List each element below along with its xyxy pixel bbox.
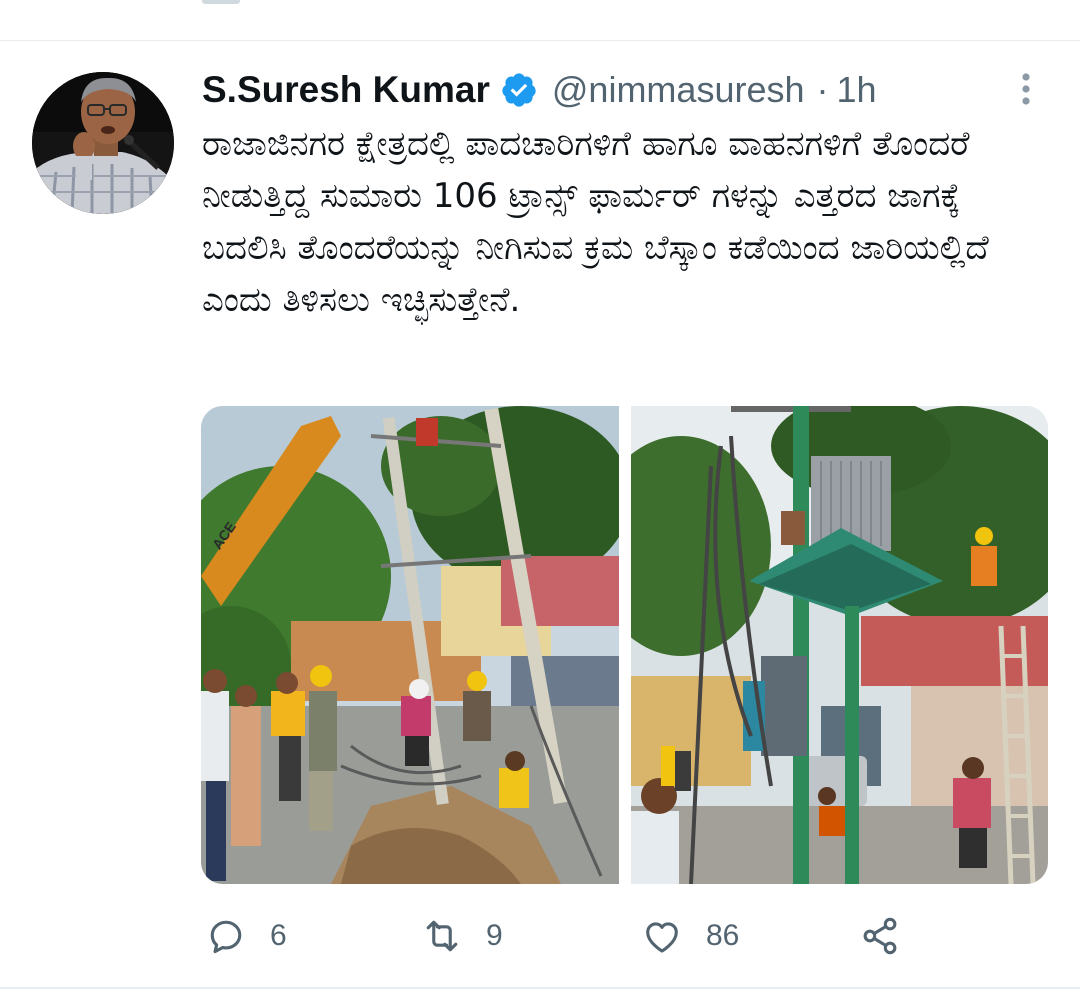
retweet-button[interactable]: 9	[420, 906, 503, 966]
like-icon	[646, 922, 678, 953]
author-handle[interactable]: @nimmasuresh	[552, 69, 805, 111]
bottom-divider	[0, 987, 1080, 989]
like-button[interactable]: 86	[640, 906, 739, 966]
retweet-count: 9	[486, 919, 503, 952]
reply-icon	[210, 920, 242, 954]
media-photo-2[interactable]	[631, 406, 1048, 884]
more-options-icon[interactable]	[1016, 70, 1036, 110]
media-grid: ACE	[201, 406, 1048, 884]
share-button[interactable]	[858, 906, 902, 966]
share-icon	[863, 917, 897, 955]
retweet-icon	[426, 920, 458, 952]
media-photo-1[interactable]: ACE	[201, 406, 619, 884]
photo-transformer-excavation: ACE	[201, 406, 619, 884]
photo-elevated-transformer	[631, 406, 1048, 884]
tweet-actions: 6 9 86	[0, 906, 1080, 966]
tweet-header: S.Suresh Kumar @nimmasuresh · 1h	[202, 66, 877, 114]
display-name[interactable]: S.Suresh Kumar	[202, 69, 490, 111]
like-count: 86	[706, 919, 740, 952]
reply-count: 6	[270, 919, 287, 952]
reply-button[interactable]: 6	[204, 906, 287, 966]
avatar[interactable]	[32, 72, 174, 214]
verified-badge-icon	[502, 73, 536, 107]
top-divider	[0, 40, 1080, 41]
header-separator: ·	[816, 69, 829, 110]
tweet-timestamp[interactable]: 1h	[837, 69, 877, 111]
tweet-text: ರಾಜಾಜಿನಗರ ಕ್ಷೇತ್ರದಲ್ಲಿ ಪಾದಚಾರಿಗಳಿಗೆ ಹಾಗೂ…	[202, 124, 989, 320]
avatar-image	[32, 72, 174, 214]
top-drag-handle	[202, 0, 240, 4]
